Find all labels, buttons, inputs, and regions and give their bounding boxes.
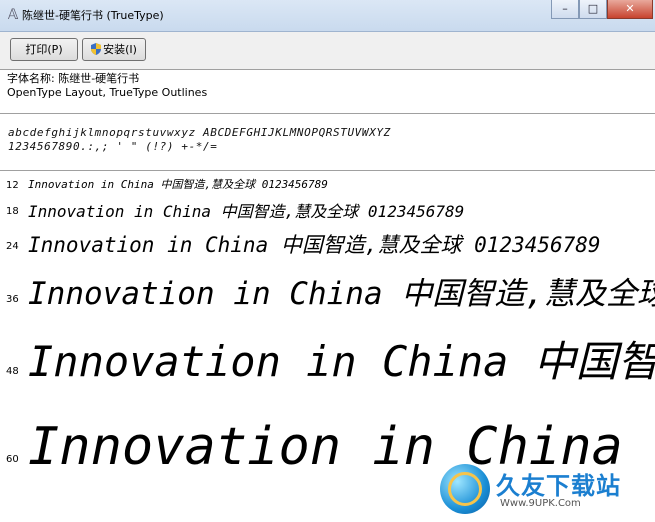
window-controls: – □ ✕ bbox=[551, 0, 653, 20]
size-label: 12 bbox=[6, 180, 19, 191]
size-label: 24 bbox=[6, 241, 19, 252]
toolbar: 打印(P) 安装(I) bbox=[0, 32, 655, 70]
sample-row-12: 12 Innovation in China 中国智造,慧及全球 0123456… bbox=[0, 176, 655, 194]
watermark-url: Www.9UPK.Com bbox=[500, 498, 581, 509]
divider bbox=[0, 170, 655, 171]
shield-icon bbox=[91, 43, 102, 55]
close-button[interactable]: ✕ bbox=[607, 0, 653, 19]
font-name: 字体名称: 陈继世-硬笔行书 bbox=[7, 72, 140, 85]
size-label: 48 bbox=[6, 366, 19, 377]
sample-text: Innovation in China 中国智造,慧及全球 0123456789 bbox=[28, 202, 465, 221]
sample-text: Innovation in China 中国智造,慧及全球 0123456789 bbox=[28, 233, 601, 257]
font-file-icon: 𝔸 bbox=[7, 7, 19, 23]
watermark-ring-icon bbox=[448, 472, 482, 506]
install-button[interactable]: 安装(I) bbox=[82, 38, 146, 61]
size-label: 60 bbox=[6, 454, 19, 465]
charset-symbols: 1234567890.:,; ' " (!?) +-*/= bbox=[8, 140, 218, 153]
sample-text: Innovation in China 中国智造,慧及全球 0123456789 bbox=[28, 276, 655, 312]
sample-row-48: 48 Innovation in China 中国智造,慧及全球 0123456… bbox=[0, 322, 655, 394]
window-title: 陈继世-硬笔行书 (TrueType) bbox=[22, 9, 164, 22]
title-bar: 𝔸 陈继世-硬笔行书 (TrueType) – □ ✕ bbox=[0, 0, 655, 32]
divider bbox=[0, 113, 655, 114]
minimize-button[interactable]: – bbox=[551, 0, 579, 19]
install-button-label: 安装(I) bbox=[103, 43, 137, 56]
print-button[interactable]: 打印(P) bbox=[10, 38, 78, 61]
sample-row-18: 18 Innovation in China 中国智造,慧及全球 0123456… bbox=[0, 196, 655, 222]
sample-text: Innovation in China 中国智造,慧及全球 0123456789 bbox=[28, 178, 328, 191]
sample-row-24: 24 Innovation in China 中国智造,慧及全球 0123456… bbox=[0, 226, 655, 262]
font-info: 字体名称: 陈继世-硬笔行书 OpenType Layout, TrueType… bbox=[7, 72, 207, 100]
size-label: 36 bbox=[6, 294, 19, 305]
character-set: abcdefghijklmnopqrstuvwxyz ABCDEFGHIJKLM… bbox=[8, 126, 391, 154]
size-label: 18 bbox=[6, 206, 19, 217]
font-outline-type: OpenType Layout, TrueType Outlines bbox=[7, 86, 208, 99]
charset-letters: abcdefghijklmnopqrstuvwxyz ABCDEFGHIJKLM… bbox=[8, 126, 391, 139]
watermark: 久友下载站 Www.9UPK.Com bbox=[440, 456, 655, 522]
sample-text: Innovation in China 中国智造,慧及全球 0123456789 bbox=[28, 337, 655, 386]
watermark-brand: 久友下载站 bbox=[496, 472, 621, 500]
maximize-button[interactable]: □ bbox=[579, 0, 607, 19]
sample-row-36: 36 Innovation in China 中国智造,慧及全球 0123456… bbox=[0, 264, 655, 320]
